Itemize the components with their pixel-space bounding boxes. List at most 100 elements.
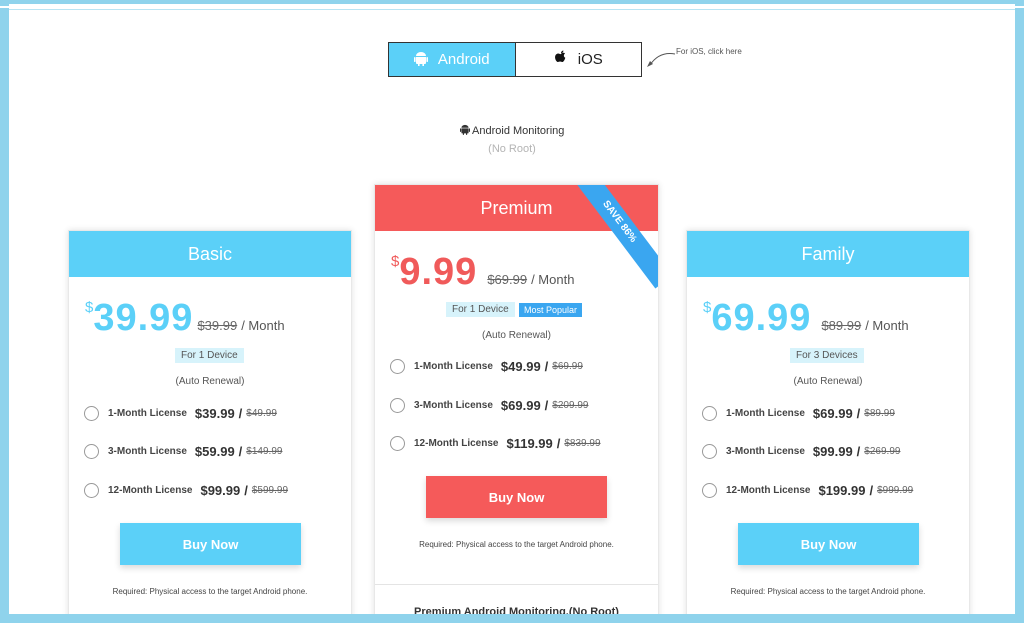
android-tab[interactable]: Android (389, 43, 516, 76)
basic-option-3[interactable]: 12-Month License $99.99 / $599.99 (84, 483, 288, 498)
premium-buy-now-button[interactable]: Buy Now (426, 476, 607, 518)
basic-device-badge: For 1 Device (175, 348, 244, 363)
option-label: 12-Month License (414, 438, 499, 449)
option-price: $69.99 (812, 406, 853, 421)
ios-tab[interactable]: iOS (515, 43, 641, 76)
family-plan-name: Family (687, 231, 969, 277)
option-price: $69.99 (500, 398, 541, 413)
radio-button[interactable] (702, 406, 717, 421)
family-device-badge: For 3 Devices (790, 348, 864, 363)
option-price: $59.99 (194, 444, 235, 459)
premium-option-2[interactable]: 3-Month License $69.99 / $209.99 (390, 398, 588, 413)
radio-button[interactable] (390, 436, 405, 451)
radio-button[interactable] (84, 444, 99, 459)
option-price: $99.99 (200, 483, 241, 498)
family-price-value: 69.99 (711, 297, 812, 339)
basic-buy-now-button[interactable]: Buy Now (120, 523, 301, 565)
family-old-price: $89.99 (821, 318, 862, 333)
premium-plan-card: Premium SAVE 86% $ 9.99 $69.99 / Month F… (374, 184, 659, 623)
monitoring-title: Android Monitoring (0, 124, 1024, 137)
family-buy-now-button[interactable]: Buy Now (738, 523, 919, 565)
most-popular-badge: Most Popular (519, 303, 583, 317)
basic-option-2[interactable]: 3-Month License $59.99 / $149.99 (84, 444, 282, 459)
android-icon (413, 51, 428, 69)
option-slash: / (238, 406, 243, 421)
family-price: $ 69.99 $89.99 / Month (703, 297, 909, 340)
option-label: 3-Month License (414, 400, 493, 411)
premium-requirement: Required: Physical access to the target … (419, 540, 614, 549)
radio-button[interactable] (390, 398, 405, 413)
option-label: 3-Month License (726, 446, 805, 457)
family-option-2[interactable]: 3-Month License $99.99 / $269.99 (702, 444, 900, 459)
option-price: $199.99 (818, 483, 866, 498)
family-option-1[interactable]: 1-Month License $69.99 / $89.99 (702, 406, 895, 421)
option-price: $49.99 (500, 359, 541, 374)
option-old-price: $69.99 (552, 361, 583, 372)
option-label: 3-Month License (108, 446, 187, 457)
family-renewal: (Auto Renewal) (793, 376, 863, 387)
premium-footer-title: Premium Android Monitoring.(No Root) (414, 606, 619, 618)
android-tab-label: Android (437, 51, 490, 68)
hint-arrow-icon (647, 53, 676, 67)
option-slash: / (238, 444, 243, 459)
basic-currency: $ (85, 299, 94, 316)
basic-price: $ 39.99 $39.99 / Month (85, 297, 285, 340)
basic-option-1[interactable]: 1-Month License $39.99 / $49.99 (84, 406, 277, 421)
option-slash: / (544, 398, 549, 413)
option-label: 12-Month License (108, 485, 193, 496)
premium-period: / Month (531, 272, 575, 287)
option-slash: / (869, 483, 874, 498)
android-small-icon (459, 124, 472, 137)
radio-button[interactable] (702, 483, 717, 498)
option-old-price: $999.99 (877, 485, 914, 496)
family-requirement: Required: Physical access to the target … (730, 587, 926, 596)
premium-option-1[interactable]: 1-Month License $49.99 / $69.99 (390, 359, 583, 374)
option-label: 1-Month License (414, 361, 493, 372)
option-price: $99.99 (812, 444, 853, 459)
basic-plan-card: Basic $ 39.99 $39.99 / Month For 1 Devic… (68, 230, 352, 623)
premium-renewal: (Auto Renewal) (482, 330, 551, 341)
premium-device-badge: For 1 Device (446, 302, 515, 317)
option-label: 12-Month License (726, 485, 811, 496)
option-label: 1-Month License (108, 408, 187, 419)
monitoring-subtitle: (No Root) (488, 143, 536, 155)
option-old-price: $89.99 (864, 408, 895, 419)
family-plan-card: Family $ 69.99 $89.99 / Month For 3 Devi… (686, 230, 970, 623)
basic-renewal: (Auto Renewal) (175, 376, 245, 387)
option-price: $39.99 (194, 406, 235, 421)
premium-old-price: $69.99 (487, 272, 528, 287)
option-slash: / (544, 359, 549, 374)
radio-button[interactable] (84, 483, 99, 498)
basic-price-value: 39.99 (93, 297, 194, 339)
ios-tab-label: iOS (577, 51, 603, 68)
family-currency: $ (703, 299, 712, 316)
option-old-price: $269.99 (864, 446, 901, 457)
premium-price-value: 9.99 (399, 251, 478, 293)
option-old-price: $49.99 (246, 408, 277, 419)
option-old-price: $839.99 (564, 438, 601, 449)
option-old-price: $209.99 (552, 400, 589, 411)
basic-old-price: $39.99 (197, 318, 238, 333)
apple-icon (554, 50, 568, 69)
radio-button[interactable] (702, 444, 717, 459)
premium-price: $ 9.99 $69.99 / Month (391, 251, 574, 294)
basic-period: / Month (241, 318, 285, 333)
option-old-price: $149.99 (246, 446, 283, 457)
family-period: / Month (865, 318, 909, 333)
premium-currency: $ (391, 253, 400, 270)
basic-requirement: Required: Physical access to the target … (112, 587, 308, 596)
option-price: $119.99 (506, 436, 553, 451)
premium-divider (375, 584, 658, 585)
ios-hint-link[interactable]: For iOS, click here (676, 47, 742, 56)
radio-button[interactable] (390, 359, 405, 374)
monitoring-title-text: Android Monitoring (472, 125, 565, 137)
radio-button[interactable] (84, 406, 99, 421)
basic-plan-name: Basic (69, 231, 351, 277)
option-slash: / (856, 406, 861, 421)
premium-option-3[interactable]: 12-Month License $119.99 / $839.99 (390, 436, 601, 451)
platform-toggle: Android iOS (388, 42, 642, 77)
option-slash: / (856, 444, 861, 459)
option-label: 1-Month License (726, 408, 805, 419)
family-option-3[interactable]: 12-Month License $199.99 / $999.99 (702, 483, 913, 498)
option-slash: / (556, 436, 561, 451)
